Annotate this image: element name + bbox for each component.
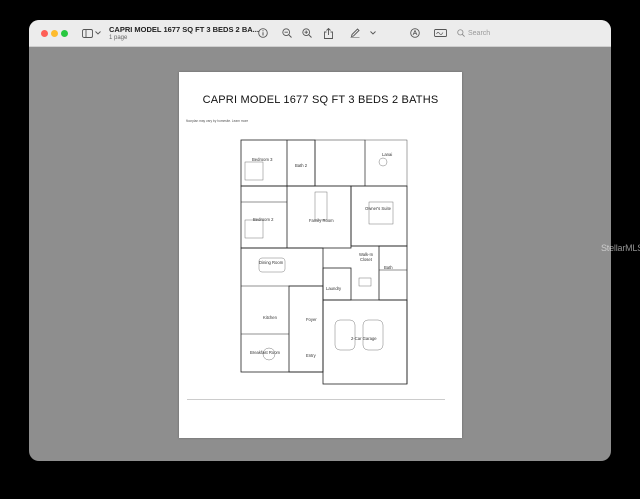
document-title: CAPRI MODEL 1677 SQ FT 3 BEDS 2 BA... [109,25,259,34]
title-bar: CAPRI MODEL 1677 SQ FT 3 BEDS 2 BA... 1 … [29,20,611,47]
close-button[interactable] [41,30,48,37]
room-label-entry: Entry [306,353,317,358]
chevron-down-icon[interactable] [94,26,102,40]
room-label-bedroom2: Bedroom 2 [253,217,274,222]
room-label-bath2: Bath 2 [295,163,308,168]
zoom-out-icon[interactable] [281,26,293,40]
share-icon[interactable] [322,26,334,40]
info-icon[interactable] [257,26,269,40]
preview-window: CAPRI MODEL 1677 SQ FT 3 BEDS 2 BA... 1 … [29,20,611,461]
floor-plan: Bedroom 3 Bath 2 Lanai Owner's Suite Bed… [240,139,408,385]
pdf-page: CAPRI MODEL 1677 SQ FT 3 BEDS 2 BATHS fl… [179,72,462,438]
maximize-button[interactable] [61,30,68,37]
room-label-lanai: Lanai [382,152,392,157]
signature-icon[interactable] [433,26,447,40]
pen-icon[interactable] [349,26,361,40]
room-label-breakfast-room: Breakfast Room [250,350,281,355]
room-label-walk-in-2: Closet [360,257,373,262]
room-label-bedroom3: Bedroom 3 [252,157,273,162]
room-label-bath: Bath [384,265,393,270]
room-label-kitchen: Kitchen [263,315,278,320]
search-placeholder: Search [468,30,491,37]
room-label-laundry: Laundry [326,286,342,291]
search-field[interactable]: Search [457,27,605,40]
page-divider [187,399,445,400]
zoom-in-icon[interactable] [301,26,313,40]
chevron-down-icon[interactable] [369,26,377,40]
minimize-button[interactable] [51,30,58,37]
room-label-dining-room: Dining Room [259,260,284,265]
room-label-garage: 2-Car Garage [351,336,377,341]
markup-icon[interactable] [409,26,421,40]
sidebar-icon[interactable] [81,26,93,40]
room-label-family-room: Family Room [309,218,334,223]
page-count: 1 page [109,35,128,41]
room-label-foyer: Foyer [306,317,317,322]
stellar-mls-watermark: StellarMLS [601,243,640,253]
search-icon [457,28,465,39]
room-label-owners-suite: Owner's Suite [365,206,392,211]
